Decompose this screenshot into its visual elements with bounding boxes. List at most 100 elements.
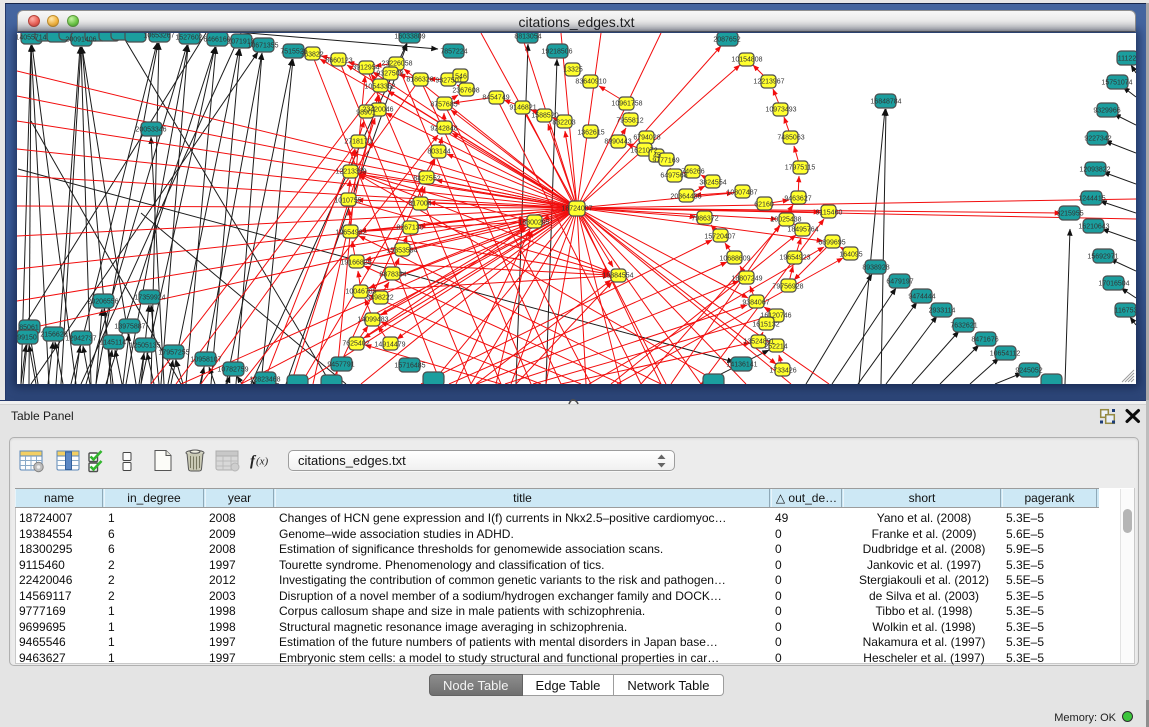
svg-text:7632621: 7632621	[950, 323, 977, 330]
svg-text:2718170: 2718170	[344, 139, 371, 146]
svg-text:8267130: 8267130	[396, 225, 423, 232]
svg-text:7986372: 7986372	[691, 216, 718, 223]
svg-text:2156629: 2156629	[40, 332, 67, 339]
svg-text:9777169: 9777169	[652, 158, 679, 165]
svg-text:13325: 13325	[563, 67, 583, 74]
svg-text:17359924: 17359924	[134, 295, 165, 302]
svg-text:85061: 85061	[19, 325, 39, 332]
svg-text:2933114: 2933114	[929, 308, 956, 315]
svg-text:8878334: 8878334	[379, 272, 406, 279]
svg-text:8813054: 8813054	[514, 34, 541, 41]
svg-text:7955812: 7955812	[616, 118, 643, 125]
svg-text:20364436: 20364436	[670, 194, 701, 201]
svg-text:18807249: 18807249	[731, 276, 762, 283]
svg-text:9474444: 9474444	[908, 294, 935, 301]
svg-text:1733426: 1733426	[769, 368, 796, 375]
svg-text:1362615: 1362615	[577, 130, 604, 137]
svg-text:2087652: 2087652	[713, 37, 740, 44]
svg-text:9115460: 9115460	[816, 210, 843, 217]
svg-text:19218506: 19218506	[541, 49, 572, 56]
svg-text:7625402: 7625402	[342, 341, 369, 348]
svg-text:8186328: 8186328	[406, 77, 433, 84]
svg-text:62160: 62160	[754, 202, 774, 209]
svg-text:803144: 803144	[427, 149, 450, 156]
svg-text:832203: 832203	[552, 120, 575, 127]
svg-text:6899695: 6899695	[818, 240, 845, 247]
svg-text:164095: 164095	[839, 252, 862, 259]
svg-text:3498222: 3498222	[366, 295, 393, 302]
svg-text:14136141: 14136141	[726, 362, 757, 369]
svg-text:14914479: 14914479	[374, 342, 405, 349]
svg-text:20053346: 20053346	[135, 127, 166, 134]
svg-text:10671355: 10671355	[247, 43, 278, 50]
svg-text:18300295: 18300295	[518, 220, 549, 227]
svg-text:7485063: 7485063	[777, 135, 804, 142]
svg-text:10025438: 10025438	[770, 217, 801, 224]
svg-text:17975115: 17975115	[785, 165, 816, 172]
svg-text:17957255: 17957255	[158, 350, 189, 357]
svg-text:6794028: 6794028	[633, 135, 660, 142]
svg-text:16848784: 16848784	[870, 99, 901, 106]
svg-text:10688609: 10688609	[719, 256, 750, 263]
svg-text:3824554: 3824554	[699, 180, 726, 187]
svg-text:2367608: 2367608	[452, 88, 479, 95]
svg-text:13975887: 13975887	[114, 324, 145, 331]
svg-text:15716485: 15716485	[394, 363, 425, 370]
svg-text:79756928: 79756928	[772, 284, 803, 291]
svg-text:98901: 98901	[356, 110, 376, 117]
svg-text:10782759: 10782759	[217, 367, 248, 374]
svg-text:9245052: 9245052	[1015, 368, 1042, 375]
svg-text:9146821: 9146821	[509, 105, 536, 112]
svg-text:18495764: 18495764	[787, 227, 818, 234]
svg-text:12213967: 12213967	[753, 79, 784, 86]
svg-text:15751074: 15751074	[1101, 80, 1132, 87]
svg-text:12942737: 12942737	[65, 336, 96, 343]
svg-text:12213369: 12213369	[335, 169, 366, 176]
svg-text:1010755: 1010755	[334, 198, 361, 205]
svg-text:9227342: 9227342	[1084, 136, 1111, 143]
svg-text:19384554: 19384554	[602, 273, 633, 280]
svg-text:8938928: 8938928	[862, 265, 889, 272]
svg-text:16210643: 16210643	[1078, 224, 1109, 231]
svg-text:(x): (x)	[256, 456, 269, 468]
svg-text:9457791: 9457791	[327, 362, 354, 369]
svg-text:1145114: 1145114	[100, 340, 126, 347]
svg-text:19166825: 19166825	[340, 260, 371, 267]
svg-text:10961758: 10961758	[611, 101, 642, 108]
svg-text:1527602: 1527602	[175, 35, 202, 42]
svg-text:17016504: 17016504	[1098, 281, 1129, 288]
svg-text:18724007: 18724007	[561, 206, 592, 213]
svg-text:10958107: 10958107	[190, 357, 221, 364]
svg-text:10543362: 10543362	[364, 84, 395, 91]
svg-text:15353594: 15353594	[386, 248, 417, 255]
svg-text:99150: 99150	[17, 335, 37, 342]
svg-text:7857224: 7857224	[440, 49, 467, 56]
svg-text:8757685: 8757685	[430, 102, 457, 109]
svg-text:15692971: 15692971	[1087, 254, 1118, 261]
svg-text:10653267: 10653267	[143, 33, 174, 40]
svg-text:14055714: 14055714	[17, 35, 47, 42]
svg-text:20206556: 20206556	[87, 299, 118, 306]
svg-text:10973493: 10973493	[765, 107, 796, 114]
svg-text:252214: 252214	[764, 344, 787, 351]
svg-text:10654112: 10654112	[990, 351, 1021, 358]
svg-text:9329966: 9329966	[1093, 108, 1120, 115]
svg-text:19654982: 19654982	[335, 230, 366, 237]
svg-text:116753: 116753	[1115, 308, 1136, 315]
svg-text:3215955: 3215955	[1056, 211, 1083, 218]
svg-text:763822: 763822	[300, 52, 323, 59]
svg-text:1244415: 1244415	[1078, 196, 1105, 203]
svg-text:9242848: 9242848	[430, 126, 457, 133]
svg-text:9384067: 9384067	[742, 300, 769, 307]
svg-text:1588520: 1588520	[531, 113, 558, 120]
svg-text:746266: 746266	[681, 169, 704, 176]
svg-text:10154808: 10154808	[731, 57, 762, 64]
svg-text:9327508: 9327508	[376, 71, 403, 78]
svg-text:10807487: 10807487	[726, 190, 757, 197]
svg-text:16120746: 16120746	[760, 313, 791, 320]
svg-text:6479197: 6479197	[886, 279, 913, 286]
svg-text:8454749: 8454749	[482, 95, 509, 102]
svg-text:14099483: 14099483	[357, 317, 388, 324]
svg-text:20091406: 20091406	[65, 37, 96, 44]
svg-text:23226058: 23226058	[381, 61, 412, 68]
